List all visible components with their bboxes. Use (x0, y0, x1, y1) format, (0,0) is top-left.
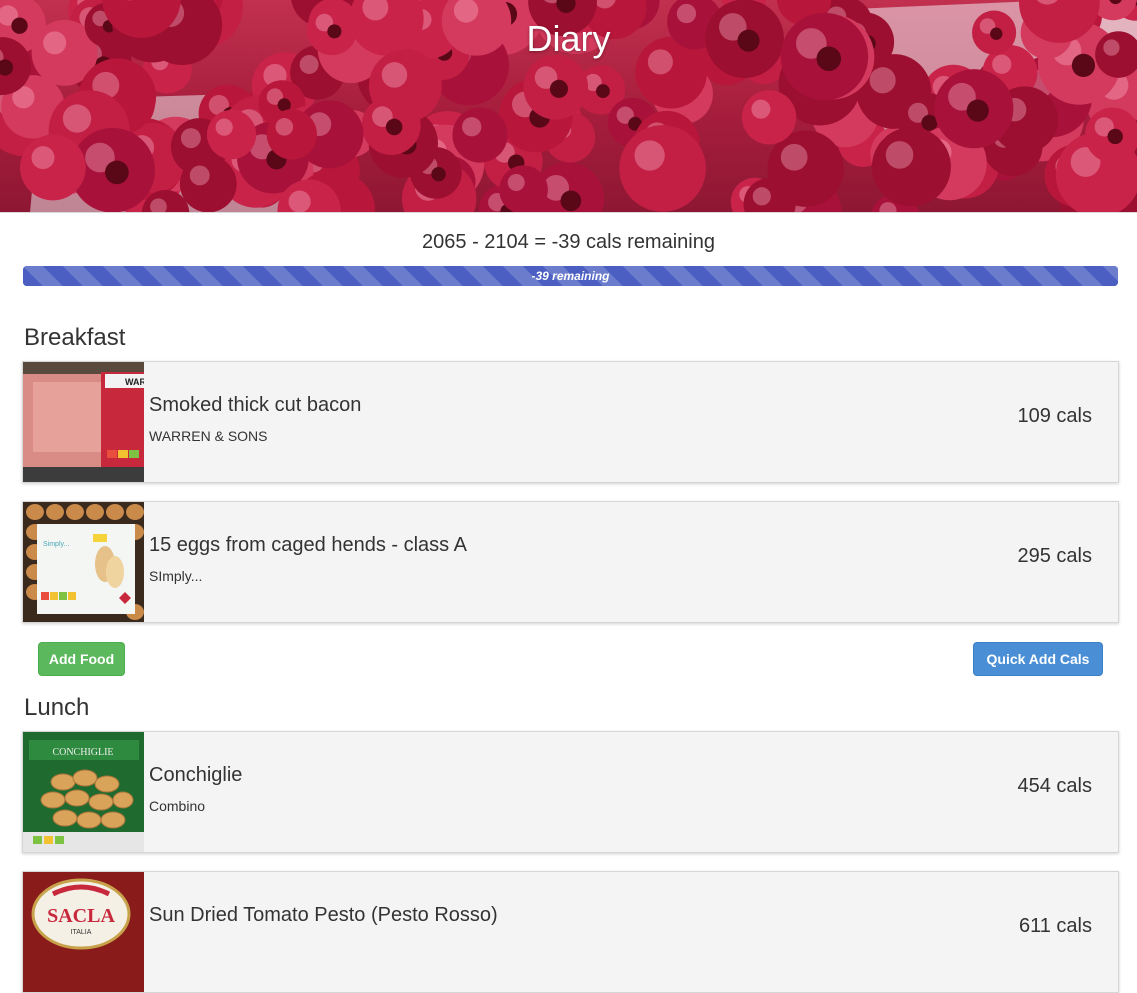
svg-text:Simply...: Simply... (43, 541, 69, 548)
meal-title-breakfast: Breakfast (24, 324, 125, 352)
raspberry-hollow (550, 80, 568, 98)
raspberry-shape (207, 110, 256, 159)
food-brand: Combino (149, 798, 205, 814)
raspberry-hollow (561, 190, 582, 211)
add-food-button[interactable]: Add Food (38, 642, 125, 676)
raspberry-highlight (289, 191, 311, 213)
raspberry-shape (499, 165, 548, 213)
food-calories: 611 cals (1019, 915, 1092, 938)
raspberry-shape (267, 109, 317, 159)
raspberry-highlight (751, 100, 770, 119)
raspberry-highlight (190, 165, 210, 185)
raspberry-hollow (105, 161, 129, 185)
raspberry-highlight (886, 141, 914, 169)
raspberry-highlight (276, 118, 294, 136)
food-name: Sun Dried Tomato Pesto (Pesto Rosso) (149, 904, 498, 927)
raspberry-highlight (32, 146, 55, 169)
page-title: Diary (0, 18, 1137, 60)
raspberry-highlight (382, 62, 408, 88)
svg-text:ITALIA: ITALIA (71, 929, 92, 936)
quick-add-cals-button[interactable]: Quick Add Cals (973, 642, 1103, 676)
food-calories: 109 cals (1018, 405, 1093, 428)
raspberry-hollow (967, 100, 989, 122)
svg-text:WAR: WAR (125, 377, 144, 387)
food-name: Conchiglie (149, 764, 242, 787)
raspberry-highlight (870, 67, 896, 93)
food-entry[interactable]: SACLA ITALIA Sun Dried Tomato Pesto (Pes… (22, 871, 1119, 993)
raspberry-highlight (181, 128, 201, 148)
raspberry-shape (872, 127, 951, 206)
meal-title-lunch: Lunch (24, 694, 89, 722)
progress-label: -39 remaining (23, 266, 1118, 286)
raspberry-hollow (1108, 129, 1123, 144)
raspberry-hollow (596, 84, 610, 98)
pasta-thumbnail: CONCHIGLIE (23, 732, 144, 852)
raspberry-hollow (921, 115, 937, 131)
food-entry[interactable]: WAR Smoked thick cut bacon WARREN & SONS… (22, 361, 1119, 483)
calorie-summary: 2065 - 2104 = -39 cals remaining (0, 231, 1137, 254)
raspberry-highlight (63, 104, 91, 132)
eggs-thumbnail: Simply... (23, 502, 144, 622)
raspberry-highlight (216, 119, 233, 136)
calorie-progress-bar: -39 remaining (23, 266, 1118, 286)
raspberry-highlight (508, 174, 525, 191)
raspberry-highlight (781, 144, 808, 171)
food-entry[interactable]: CONCHIGLIE Conchiglie Combino 454 cals (22, 731, 1119, 853)
svg-text:CONCHIGLIE: CONCHIGLIE (52, 747, 113, 758)
food-brand: WARREN & SONS (149, 428, 268, 444)
svg-text:SACLA: SACLA (47, 905, 115, 927)
food-calories: 295 cals (1018, 545, 1093, 568)
bacon-thumbnail: WAR (23, 362, 144, 482)
food-brand: SImply... (149, 568, 202, 584)
raspberry-shape (20, 135, 86, 201)
raspberry-shape (619, 125, 706, 212)
raspberry-hollow (431, 167, 445, 181)
pesto-thumbnail: SACLA ITALIA (23, 872, 144, 992)
food-name: 15 eggs from caged hends - class A (149, 534, 467, 557)
raspberry-hollow (386, 119, 403, 136)
food-calories: 454 cals (1018, 775, 1093, 798)
food-entry[interactable]: Simply... 15 eggs from caged hends - cla… (22, 501, 1119, 623)
raspberry-highlight (462, 117, 481, 136)
raspberry-shape (180, 156, 237, 213)
food-name: Smoked thick cut bacon (149, 394, 361, 417)
raspberry-shape (742, 90, 796, 144)
raspberry-shape (452, 107, 507, 162)
raspberry-highlight (634, 140, 664, 170)
raspberry-highlight (753, 187, 771, 205)
header-banner: Diary (0, 0, 1137, 213)
